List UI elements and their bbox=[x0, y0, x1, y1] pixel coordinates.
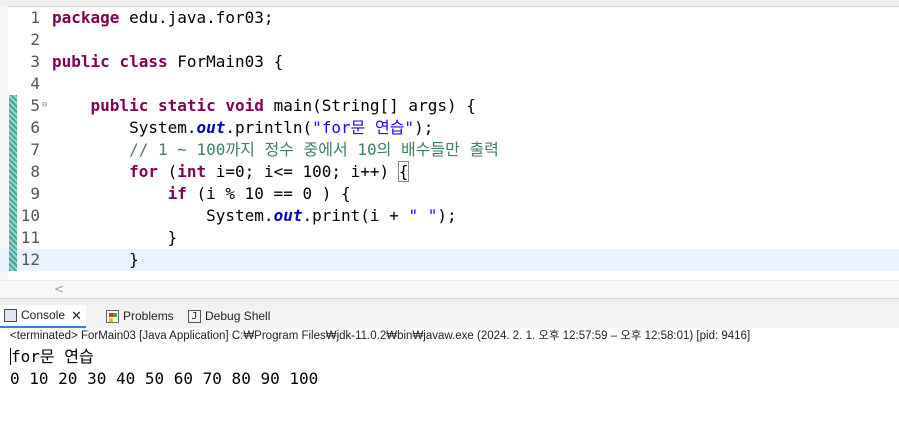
code-token: package bbox=[52, 8, 120, 27]
code-token: } bbox=[52, 228, 178, 247]
line-number: 7 bbox=[30, 140, 40, 159]
code-token: ); bbox=[437, 206, 457, 225]
tab-problems[interactable]: Problems bbox=[106, 305, 174, 328]
editor-tab-strip bbox=[0, 0, 899, 7]
problems-icon bbox=[106, 310, 119, 323]
code-line[interactable]: 5 ⊖ public static void main(String[] args… bbox=[0, 95, 899, 117]
code-token: public bbox=[52, 52, 110, 71]
tab-console[interactable]: Console ✕ bbox=[0, 305, 86, 328]
console-output-line: 0 10 20 30 40 50 60 70 80 90 100 bbox=[10, 369, 319, 388]
code-line[interactable]: 4 bbox=[0, 73, 899, 95]
code-token: // 1 ~ 100까지 정수 중에서 10의 배수들만 출력 bbox=[129, 140, 499, 159]
code-token: .print(i + bbox=[302, 206, 409, 225]
code-token: " " bbox=[408, 206, 438, 225]
line-number: 9 bbox=[30, 184, 40, 203]
code-text: } bbox=[52, 227, 178, 249]
code-token: System. bbox=[52, 206, 274, 225]
code-token: .println( bbox=[225, 118, 313, 137]
code-token: ForMain03 { bbox=[167, 52, 284, 71]
tab-debug-shell[interactable]: J Debug Shell bbox=[188, 305, 270, 328]
tab-problems-label: Problems bbox=[123, 309, 174, 323]
code-line[interactable]: 9 if (i % 10 == 0 ) { bbox=[0, 183, 899, 205]
code-line[interactable]: 10 System.out.print(i + " "); bbox=[0, 205, 899, 227]
code-line[interactable]: 11 } bbox=[0, 227, 899, 249]
editor-horizontal-scrollbar[interactable]: < bbox=[0, 280, 899, 299]
code-token: public bbox=[90, 96, 149, 115]
line-number: 5 bbox=[30, 96, 40, 115]
line-number: 3 bbox=[30, 52, 40, 71]
scroll-left-arrow-icon[interactable]: < bbox=[54, 282, 64, 296]
code-token: for bbox=[129, 162, 158, 181]
code-text: System.out.print(i + " "); bbox=[52, 205, 457, 227]
close-icon[interactable]: ✕ bbox=[71, 304, 82, 327]
code-text: System.out.println("for문 연습"); bbox=[52, 117, 433, 139]
code-token: int bbox=[177, 162, 207, 181]
console-output-line: for문 연습 bbox=[10, 346, 899, 368]
code-token: { bbox=[397, 161, 410, 182]
line-number: 2 bbox=[30, 30, 40, 49]
line-number: 1 bbox=[30, 8, 40, 27]
fold-collapse-icon[interactable]: ⊖ bbox=[42, 95, 47, 115]
code-line[interactable]: 6 System.out.println("for문 연습"); bbox=[0, 117, 899, 139]
code-line[interactable]: 2 bbox=[0, 29, 899, 51]
code-line[interactable]: 1 package edu.java.for03; bbox=[0, 7, 899, 29]
debug-shell-icon: J bbox=[188, 310, 201, 323]
code-text: package edu.java.for03; bbox=[52, 7, 274, 29]
code-line[interactable]: 8 for (int i=0; i<= 100; i++) { bbox=[0, 161, 899, 183]
code-token: System. bbox=[52, 118, 197, 137]
code-token: (i % 10 == 0 ) { bbox=[186, 184, 351, 203]
code-text: if (i % 10 == 0 ) { bbox=[52, 183, 351, 205]
line-number: 8 bbox=[30, 162, 40, 181]
code-line[interactable]: 3 public class ForMain03 { bbox=[0, 51, 899, 73]
line-number: 12 bbox=[20, 250, 40, 269]
code-token: class bbox=[119, 52, 168, 71]
code-token: } bbox=[52, 250, 139, 269]
code-token: "for문 연습" bbox=[312, 118, 415, 137]
code-token: out bbox=[273, 206, 303, 225]
line-number: 4 bbox=[30, 74, 40, 93]
code-token: edu.java.for03; bbox=[119, 8, 274, 27]
code-editor[interactable]: 1 package edu.java.for03; 2 3 public class F… bbox=[0, 0, 899, 300]
code-token: if bbox=[167, 184, 187, 203]
code-token: void bbox=[225, 96, 264, 115]
code-line[interactable]: 7 // 1 ~ 100까지 정수 중에서 10의 배수들만 출력 bbox=[0, 139, 899, 161]
console-status: <terminated> ForMain03 [Java Application… bbox=[10, 330, 751, 342]
console-tab-bar: Console ✕ Problems J Debug Shell bbox=[0, 305, 899, 328]
console-icon bbox=[4, 309, 17, 322]
code-text: } bbox=[52, 249, 139, 271]
code-lines[interactable]: 1 package edu.java.for03; 2 3 public class F… bbox=[0, 7, 899, 271]
console-output-text: for문 연습 bbox=[11, 347, 94, 366]
tab-console-label: Console bbox=[21, 308, 66, 322]
code-token: static bbox=[157, 96, 216, 115]
tab-debug-shell-label: Debug Shell bbox=[205, 309, 271, 323]
code-token: out bbox=[196, 118, 226, 137]
code-text: for (int i=0; i<= 100; i++) { bbox=[52, 161, 410, 183]
code-token: main(String[] args) { bbox=[263, 96, 476, 115]
code-token: ); bbox=[414, 118, 434, 137]
code-text: public class ForMain03 { bbox=[52, 51, 283, 73]
line-number: 6 bbox=[30, 118, 40, 137]
code-line[interactable]: 12 } bbox=[0, 249, 899, 271]
code-token: ( bbox=[157, 162, 178, 181]
line-number: 10 bbox=[20, 206, 40, 225]
code-text: // 1 ~ 100까지 정수 중에서 10의 배수들만 출력 bbox=[52, 139, 499, 161]
code-token: i=0; i<= 100; i++) bbox=[206, 162, 399, 181]
console-output[interactable]: for문 연습 0 10 20 30 40 50 60 70 80 90 100 bbox=[10, 346, 899, 390]
line-number: 11 bbox=[20, 228, 40, 247]
code-text: public static void main(String[] args) { bbox=[52, 95, 476, 117]
